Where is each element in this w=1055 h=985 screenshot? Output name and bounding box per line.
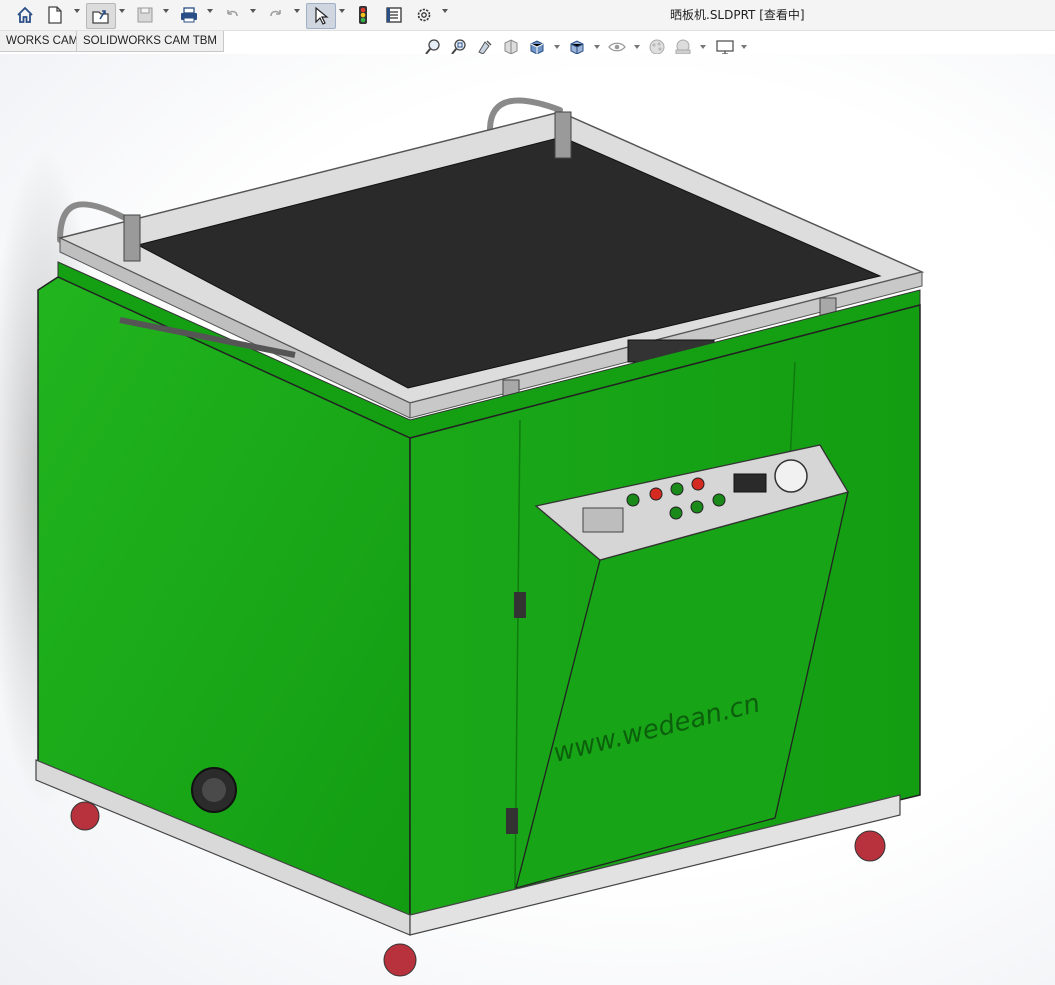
panel-timer-display [733,473,767,493]
settings-gear-icon[interactable] [412,3,436,27]
scene-dropdown-icon[interactable] [700,45,706,49]
panel-button-red-2 [691,477,705,491]
title-bar: 晒板机.SLDPRT [查看中] [0,0,1055,31]
undo-icon[interactable] [220,3,244,27]
view-orientation-dropdown-icon[interactable] [554,45,560,49]
panel-switch-block [582,507,624,533]
caster-front-left [383,943,417,977]
panel-button-red-1 [649,487,663,501]
tab-solidworks-cam-tbm[interactable]: SOLIDWORKS CAM TBM [76,31,224,52]
panel-button-green-3 [712,493,726,507]
settings-dropdown-icon[interactable] [442,9,448,13]
save-dropdown-icon[interactable] [163,9,169,13]
open-file-icon[interactable] [86,3,116,29]
home-icon[interactable] [12,3,38,27]
undo-dropdown-icon[interactable] [250,9,256,13]
hinge-back-right [554,111,572,159]
window-title: 晒板机.SLDPRT [查看中] [670,8,805,22]
open-file-dropdown-icon[interactable] [119,9,125,13]
print-dropdown-icon[interactable] [207,9,213,13]
exposure-machine-model: www.wedean.cn [0,97,925,977]
caster-front-right [854,830,886,862]
panel-button-green-4 [690,500,704,514]
door-hinge-lower [506,808,518,834]
vent-port-inner [202,778,226,802]
print-icon[interactable] [176,3,202,27]
new-document-icon[interactable] [42,3,68,27]
graphics-viewport[interactable]: www.wedean.cn [0,54,1055,985]
door-hinge-upper [514,592,526,618]
redo-dropdown-icon[interactable] [294,9,300,13]
hide-show-dropdown-icon[interactable] [634,45,640,49]
redo-icon[interactable] [264,3,288,27]
save-icon[interactable] [132,3,158,27]
panel-vacuum-gauge [774,459,808,493]
display-style-dropdown-icon[interactable] [594,45,600,49]
view-settings-dropdown-icon[interactable] [741,45,747,49]
panel-button-green-2 [670,482,684,496]
panel-button-green-5 [669,506,683,520]
caster-left [70,801,100,831]
hinge-back-left [123,214,141,262]
select-pointer-icon[interactable] [306,3,336,29]
tab-solidworks-cam[interactable]: WORKS CAM [0,31,86,52]
properties-icon[interactable] [382,3,406,27]
traffic-light-icon[interactable] [352,3,374,27]
new-document-dropdown-icon[interactable] [74,9,80,13]
select-dropdown-icon[interactable] [339,9,345,13]
panel-button-green-1 [626,493,640,507]
